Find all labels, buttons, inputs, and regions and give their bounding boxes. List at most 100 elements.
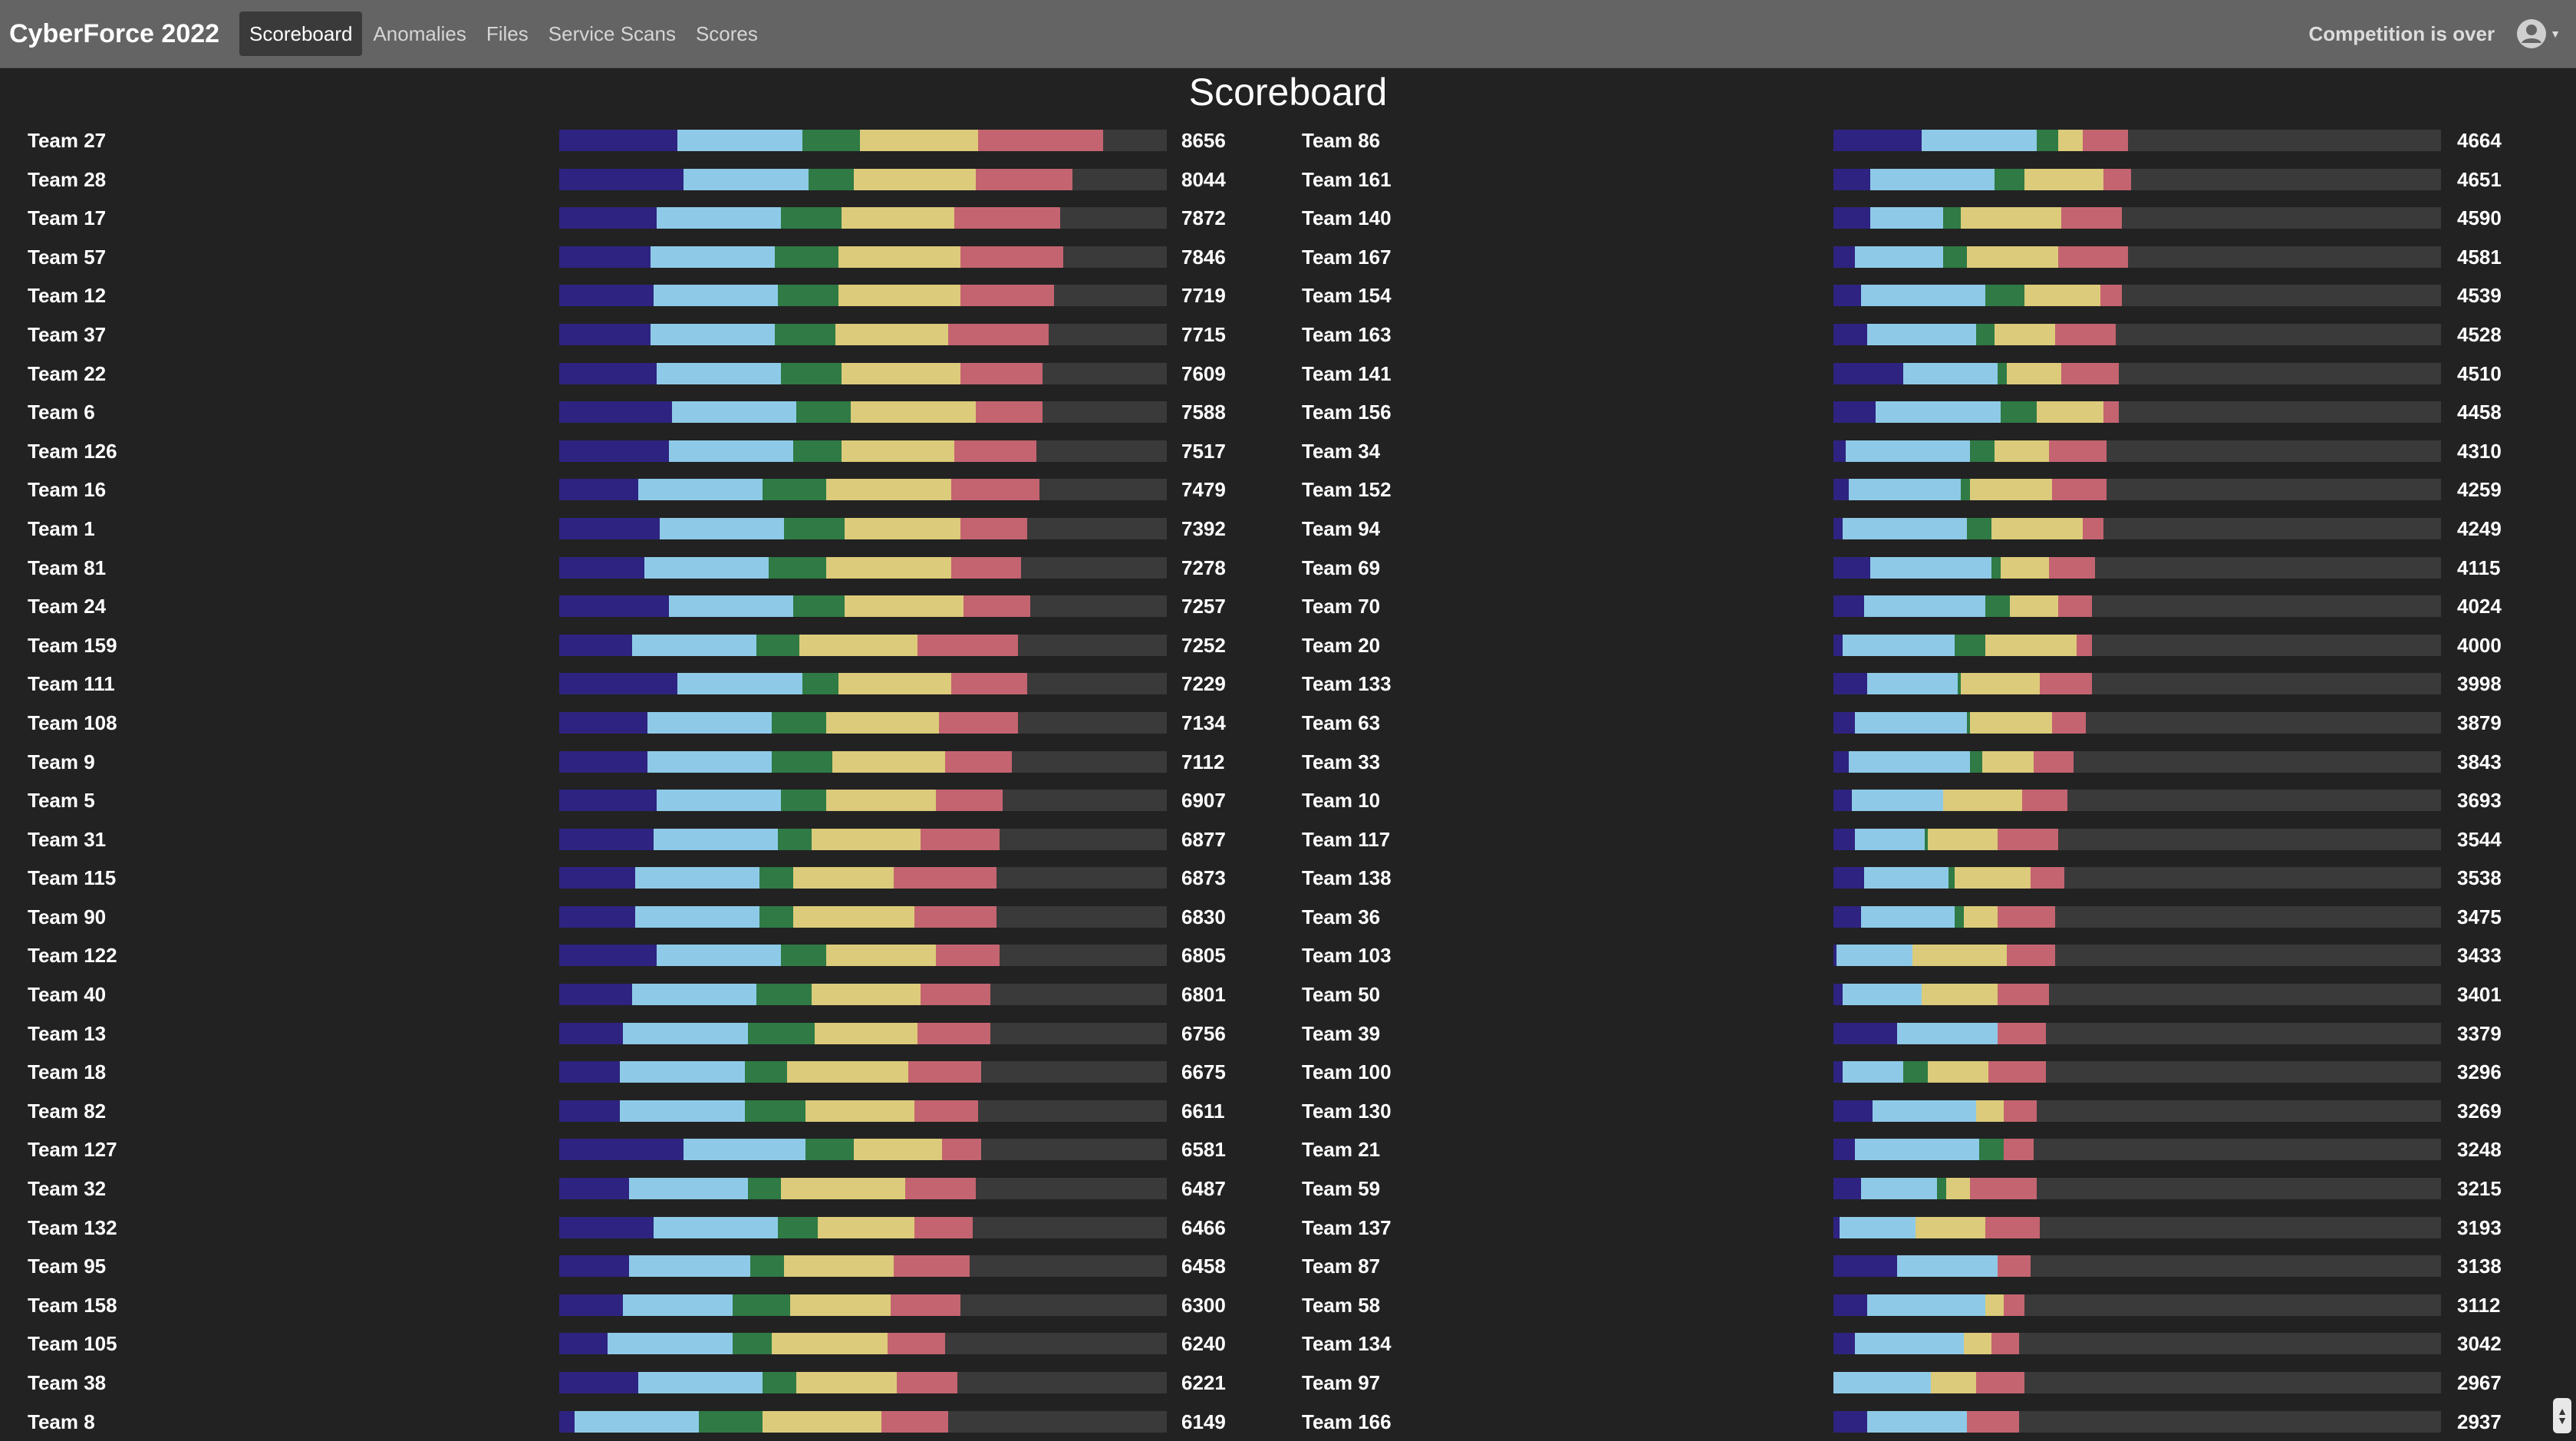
team-name: Team 86 <box>1302 129 1381 152</box>
team-score: 4651 <box>2457 167 2502 191</box>
scoreboard-row: Team 108 7134 <box>28 704 1255 743</box>
score-bar-segment <box>1876 401 2001 424</box>
score-bar-segment <box>1955 867 2031 889</box>
nav-scores[interactable]: Scores <box>687 12 767 56</box>
scoreboard-row: Team 126 7517 <box>28 432 1255 471</box>
score-bar-segment <box>684 1139 805 1161</box>
score-bar-segment <box>1833 750 1849 773</box>
team-score: 4510 <box>2457 361 2502 385</box>
score-bar <box>559 828 1167 850</box>
score-bar-segment <box>1873 1100 1977 1122</box>
score-bar-segment <box>1833 401 1876 424</box>
score-bar-segment <box>668 440 793 462</box>
score-bar-segment <box>941 1139 982 1161</box>
score-bar-segment <box>559 323 651 345</box>
score-bar-segment <box>1997 1255 2031 1278</box>
score-bar-segment <box>826 790 937 812</box>
team-name: Team 18 <box>28 1060 107 1084</box>
score-bar <box>1833 1255 2441 1278</box>
score-bar-segment <box>1961 207 2061 229</box>
team-name: Team 140 <box>1302 206 1392 230</box>
team-score: 7278 <box>1181 556 1226 579</box>
score-bar-segment <box>2082 130 2129 151</box>
team-name: Team 90 <box>28 905 107 928</box>
score-bar <box>1833 673 2441 695</box>
score-bar-segment <box>1833 828 1855 850</box>
scoreboard-row: Team 70 4024 <box>1302 587 2529 626</box>
score-bar-segment <box>1985 1216 2041 1238</box>
scoreboard-row: Team 9 7112 <box>28 743 1255 782</box>
nav-scoreboard[interactable]: Scoreboard <box>239 12 363 56</box>
score-bar-segment <box>1997 362 2007 384</box>
score-bar-segment <box>1936 1178 1946 1200</box>
score-bar <box>1833 828 2441 850</box>
score-bar <box>1833 1410 2441 1433</box>
scoreboard-row: Team 31 6877 <box>28 820 1255 859</box>
user-circle-icon <box>2517 19 2547 48</box>
score-bar-segment <box>950 479 1039 501</box>
score-bar-segment <box>851 401 976 424</box>
score-bar-segment <box>559 207 657 229</box>
score-bar-segment <box>1833 168 1870 190</box>
score-bar-segment <box>775 323 836 345</box>
scoreboard-row: Team 22 7609 <box>28 354 1255 394</box>
score-bar <box>559 750 1167 773</box>
scoreboard-row: Team 90 6830 <box>28 898 1255 937</box>
score-bar <box>1833 905 2441 928</box>
scoreboard-row: Team 122 6805 <box>28 936 1255 975</box>
score-bar <box>1833 556 2441 579</box>
score-bar <box>1833 1216 2441 1238</box>
score-bar-segment <box>1964 1333 1991 1355</box>
score-bar-segment <box>1833 285 1861 307</box>
score-bar-segment <box>559 1100 621 1122</box>
scoreboard-row: Team 115 6873 <box>28 859 1255 898</box>
scoreboard-row: Team 59 3215 <box>1302 1169 2529 1209</box>
score-bar-segment <box>917 1022 991 1044</box>
score-bar-segment <box>1833 867 1864 889</box>
score-bar-segment <box>905 1178 976 1200</box>
score-bar-segment <box>789 1294 891 1316</box>
scoreboard-row: Team 95 6458 <box>28 1247 1255 1286</box>
score-bar <box>559 1061 1167 1083</box>
scoreboard-row: Team 21 3248 <box>1302 1130 2529 1169</box>
team-score: 7719 <box>1181 284 1226 308</box>
score-bar-segment <box>1833 362 1904 384</box>
score-bar <box>559 945 1167 967</box>
score-bar <box>559 517 1167 539</box>
score-bar-segment <box>838 246 960 268</box>
score-bar-segment <box>2058 246 2129 268</box>
score-bar-segment <box>2000 401 2037 424</box>
nav-anomalies[interactable]: Anomalies <box>364 12 475 56</box>
team-name: Team 32 <box>28 1177 107 1201</box>
scoreboard-row: Team 1 7392 <box>28 509 1255 549</box>
scoreboard-row: Team 127 6581 <box>28 1130 1255 1169</box>
score-bar-segment <box>1833 1139 1855 1161</box>
scoreboard-row: Team 103 3433 <box>1302 936 2529 975</box>
nav-service-scans[interactable]: Service Scans <box>539 12 685 56</box>
team-name: Team 122 <box>28 944 117 968</box>
score-bar-segment <box>2037 130 2059 151</box>
score-bar-segment <box>1994 323 2056 345</box>
score-bar-segment <box>559 168 684 190</box>
team-score: 3544 <box>2457 827 2502 851</box>
score-bar-segment <box>1869 556 1991 579</box>
nav-files[interactable]: Files <box>477 12 538 56</box>
score-bar-segment <box>644 556 769 579</box>
score-bar-segment <box>1833 673 1867 695</box>
score-bar-segment <box>1985 595 2010 618</box>
scoreboard-row: Team 86 4664 <box>1302 121 2529 160</box>
score-bar-segment <box>772 711 827 734</box>
user-menu-toggle[interactable]: ▼ <box>2516 18 2561 49</box>
score-bar-segment <box>826 556 951 579</box>
score-bar-segment <box>826 479 951 501</box>
score-bar-segment <box>1848 750 1971 773</box>
score-bar-segment <box>950 673 1027 695</box>
score-bar-segment <box>559 479 638 501</box>
score-bar-segment <box>1967 246 2059 268</box>
brand-link[interactable]: CyberForce 2022 <box>9 19 219 49</box>
score-bar <box>1833 1294 2441 1316</box>
score-bar-segment <box>559 517 660 539</box>
score-bar-segment <box>637 1372 763 1393</box>
scroll-handle[interactable]: ▲ ▼ <box>2553 1398 2571 1433</box>
scoreboard-row: Team 111 7229 <box>28 664 1255 704</box>
